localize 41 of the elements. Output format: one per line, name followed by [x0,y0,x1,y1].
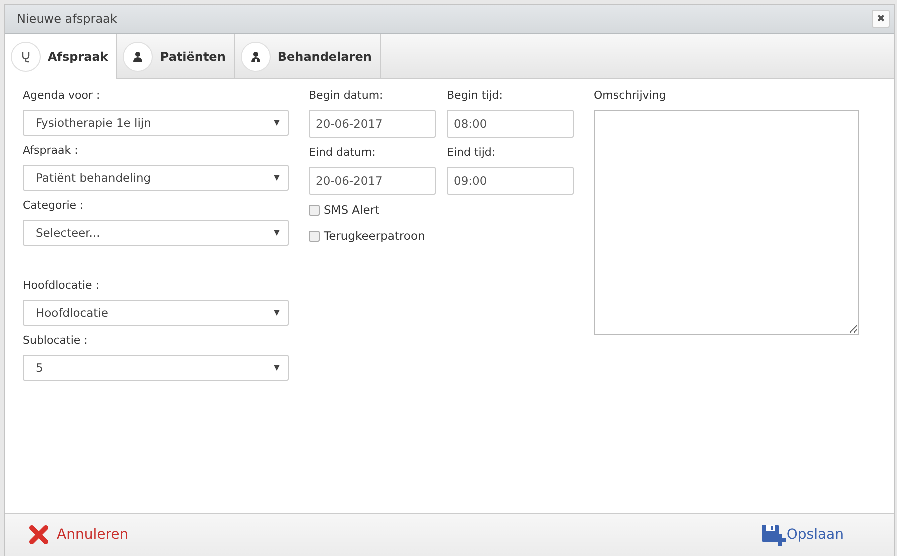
dropdown[interactable]: 5 [23,355,289,381]
field-label: Begin datum: [309,89,384,104]
tab[interactable]: Patiënten [117,34,235,79]
cancel-button[interactable]: Annuleren [29,525,129,545]
stethoscope-icon [11,42,41,72]
field-label: Begin tijd: [447,89,504,104]
save-button[interactable]: Opslaan [760,523,844,547]
tab[interactable]: Behandelaren [234,34,381,79]
field-label: Hoofdlocatie : [23,279,101,294]
checkbox[interactable] [309,230,320,242]
close-button[interactable]: ✖ [872,10,890,28]
close-icon [29,525,49,545]
field-label: Eind datum: [309,146,377,161]
dropdown[interactable]: Fysiotherapie 1e lijn [23,110,289,136]
field-label: Agenda voor : [23,89,102,104]
field-label: Sublocatie : [23,334,89,349]
doctor-icon [240,42,271,72]
user-icon [123,42,154,72]
window-title: Nieuwe afspraak [17,12,118,26]
caret-icon [274,120,280,126]
dropdown[interactable]: Patiënt behandeling [23,165,289,191]
description-field[interactable] [594,110,859,335]
input-field[interactable]: 20-06-2017 [309,110,436,138]
checkbox-label: Terugkeerpatroon [324,229,426,243]
caret-icon [274,230,280,236]
field-label: Omschrijving [594,89,668,104]
input-field[interactable]: 08:00 [447,110,574,138]
checkbox-label: SMS Alert [324,203,380,217]
input-field[interactable]: 20-06-2017 [309,167,436,195]
field-label: Categorie : [23,199,85,214]
field-label: Afspraak : [23,144,80,159]
caret-icon [274,175,280,181]
caret-icon [274,365,280,371]
dropdown[interactable]: Hoofdlocatie [23,300,289,326]
dropdown[interactable]: Selecteer... [23,220,289,246]
floppy-plus-icon [760,523,787,547]
field-label: Eind tijd: [447,146,497,161]
input-field[interactable]: 09:00 [447,167,574,195]
tab[interactable]: Afspraak [5,34,118,79]
checkbox[interactable] [309,204,320,216]
caret-icon [274,310,280,316]
